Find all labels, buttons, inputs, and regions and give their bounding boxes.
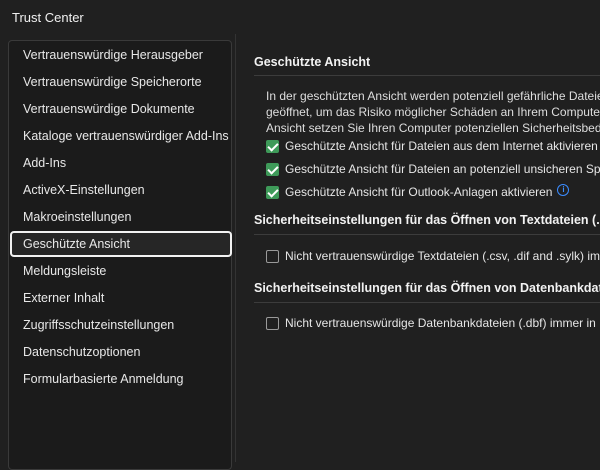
sidebar-item-activex-settings[interactable]: ActiveX-Einstellungen (10, 177, 232, 203)
section-title-text-files: Sicherheitseinstellungen für das Öffnen … (254, 213, 600, 227)
option-outlook-attachments-label: Geschützte Ansicht für Outlook-Anlagen a… (285, 185, 553, 199)
section-divider (254, 75, 600, 76)
option-internet-files[interactable]: Geschützte Ansicht für Dateien aus dem I… (266, 137, 598, 155)
info-icon[interactable]: i (557, 184, 570, 196)
description-line-2: geöffnet, um das Risiko möglicher Schäde… (266, 105, 600, 119)
section-divider (254, 234, 600, 235)
settings-content: Geschützte Ansicht In der geschützten An… (236, 34, 600, 462)
checkbox-untrusted-database-files[interactable] (266, 316, 279, 330)
sidebar-nav: Vertrauenswürdige Herausgeber Vertrauens… (8, 40, 232, 470)
sidebar-item-message-bar[interactable]: Meldungsleiste (10, 258, 232, 284)
sidebar-item-macro-settings[interactable]: Makroeinstellungen (10, 204, 232, 230)
sidebar-item-trusted-locations[interactable]: Vertrauenswürdige Speicherorte (10, 69, 232, 95)
section-title-database-files: Sicherheitseinstellungen für das Öffnen … (254, 281, 600, 295)
option-unsafe-locations-label: Geschützte Ansicht für Dateien an potenz… (285, 162, 600, 176)
checkbox-untrusted-text-files[interactable] (266, 249, 279, 263)
option-outlook-attachments[interactable]: Geschützte Ansicht für Outlook-Anlagen a… (266, 183, 570, 201)
sidebar-item-trusted-documents[interactable]: Vertrauenswürdige Dokumente (10, 96, 232, 122)
sidebar-item-addins[interactable]: Add-Ins (10, 150, 232, 176)
title-bar: Trust Center (0, 0, 600, 34)
sidebar-item-protected-view[interactable]: Geschützte Ansicht (10, 231, 232, 257)
sidebar-item-trusted-addin-catalogs[interactable]: Kataloge vertrauenswürdiger Add-Ins (10, 123, 232, 149)
section-divider (254, 302, 600, 303)
option-untrusted-text-files-label: Nicht vertrauenswürdige Textdateien (.cs… (285, 249, 600, 263)
sidebar-item-external-content[interactable]: Externer Inhalt (10, 285, 232, 311)
section-title-protected-view: Geschützte Ansicht (254, 55, 371, 69)
checkbox-outlook-attachments[interactable] (266, 185, 279, 199)
option-internet-files-label: Geschützte Ansicht für Dateien aus dem I… (285, 139, 598, 153)
sidebar-item-form-based-signin[interactable]: Formularbasierte Anmeldung (10, 366, 232, 392)
description-line-1: In der geschützten Ansicht werden potenz… (266, 89, 600, 103)
checkbox-unsafe-locations[interactable] (266, 162, 279, 176)
option-untrusted-database-files-label: Nicht vertrauenswürdige Datenbankdateien… (285, 316, 596, 330)
option-unsafe-locations[interactable]: Geschützte Ansicht für Dateien an potenz… (266, 160, 600, 178)
option-untrusted-database-files[interactable]: Nicht vertrauenswürdige Datenbankdateien… (266, 314, 596, 332)
option-untrusted-text-files[interactable]: Nicht vertrauenswürdige Textdateien (.cs… (266, 247, 600, 265)
description-line-3: Ansicht setzen Sie Ihren Computer potenz… (266, 121, 600, 135)
checkbox-internet-files[interactable] (266, 139, 279, 153)
sidebar-item-trusted-publishers[interactable]: Vertrauenswürdige Herausgeber (10, 42, 232, 68)
window-title: Trust Center (12, 10, 84, 25)
sidebar-item-file-block-settings[interactable]: Zugriffsschutzeinstellungen (10, 312, 232, 338)
sidebar-item-privacy-options[interactable]: Datenschutzoptionen (10, 339, 232, 365)
